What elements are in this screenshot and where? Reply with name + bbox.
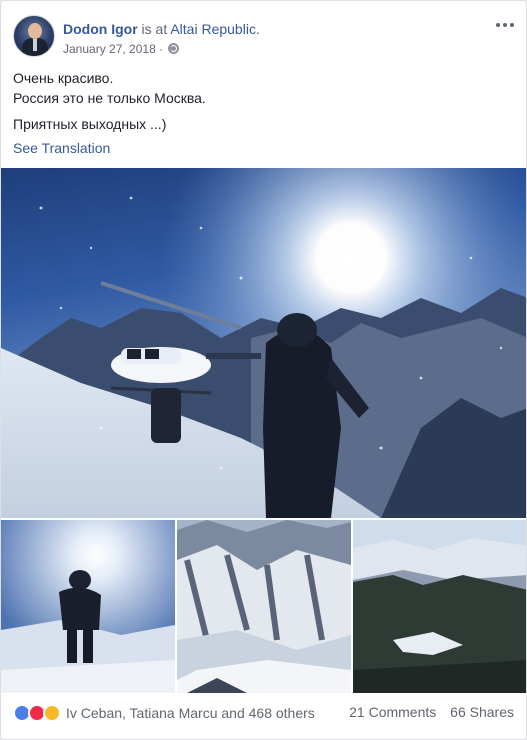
ellipsis-icon[interactable] [494, 17, 516, 33]
main-photo-art [1, 168, 526, 518]
post-footer: Iv Ceban, Tatiana Marcu and 468 others 2… [13, 704, 514, 726]
avatar[interactable] [13, 15, 55, 57]
reaction-names: Iv Ceban, Tatiana Marcu and 468 others [66, 705, 315, 721]
hiker-snow-photo[interactable] [1, 520, 175, 693]
forest-photo-art [353, 520, 526, 693]
avatar-tie [33, 39, 37, 51]
post-card: Dodon Igor is at Altai Republic. January… [0, 0, 527, 740]
location-link[interactable]: Altai Republic. [170, 21, 260, 37]
post-text-line: Очень красиво. [13, 70, 114, 86]
author-name-link[interactable]: Dodon Igor [63, 21, 138, 37]
engagement-counts: 21 Comments 66 Shares [349, 704, 514, 720]
see-translation-link[interactable]: See Translation [13, 140, 110, 156]
is-at-text: is at [137, 21, 171, 37]
reactions-summary[interactable]: Iv Ceban, Tatiana Marcu and 468 others [13, 704, 315, 722]
wow-icon [43, 704, 61, 722]
mountain-ridge-photo[interactable] [177, 520, 351, 693]
post-author-line: Dodon Igor is at Altai Republic. [63, 21, 260, 37]
post-text-line: Россия это не только Москва. [13, 90, 206, 106]
ridge-photo-art [177, 520, 351, 693]
photo-thumbnails [1, 520, 526, 693]
shares-count-link[interactable]: 66 Shares [450, 704, 514, 720]
hiker-photo-art [1, 520, 175, 693]
forest-valley-photo[interactable] [353, 520, 526, 693]
globe-icon [168, 43, 180, 54]
helicopter-mountain-photo[interactable] [1, 168, 526, 518]
post-text-line: Приятных выходных ...) [13, 116, 167, 132]
avatar-face [28, 23, 42, 39]
post-text: Очень красиво. Россия это не только Моск… [13, 68, 514, 134]
post-header: Dodon Igor is at Altai Republic. January… [13, 15, 516, 61]
comments-count-link[interactable]: 21 Comments [349, 704, 436, 720]
post-date-link[interactable]: January 27, 2018 · [63, 42, 163, 56]
post-meta: January 27, 2018 · [63, 42, 180, 56]
